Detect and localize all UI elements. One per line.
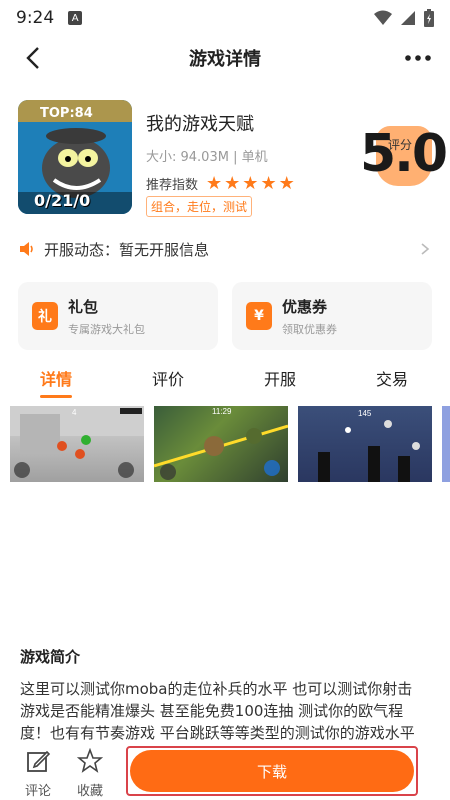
- game-tags: 组合，走位，测试: [146, 196, 253, 217]
- tab-active-indicator: [40, 395, 72, 398]
- coupon-title: 优惠券: [282, 297, 328, 316]
- screenshot-2[interactable]: 11:29: [154, 406, 288, 482]
- battery-icon: [424, 9, 434, 27]
- screenshot-2-time: 11:29: [212, 407, 232, 416]
- game-meta: 大小: 94.03M | 单机: [146, 150, 268, 165]
- screenshot-2-scene: 11:29: [154, 407, 288, 480]
- download-highlight: 下载: [126, 746, 418, 796]
- tab-details-label: 详情: [39, 370, 72, 389]
- wifi-icon: [374, 10, 392, 25]
- screenshot-4-partial[interactable]: [442, 406, 450, 482]
- screenshot-3-number: 145: [358, 409, 372, 418]
- gift-pack-subtitle: 专属游戏大礼包: [68, 322, 145, 336]
- screenshot-1-scene: 4: [10, 406, 144, 478]
- star-icon: ★: [278, 172, 295, 194]
- gift-icon: 礼: [32, 302, 58, 330]
- intro-text: 这里可以测试你moba的走位补兵的水平 也可以测试你射击游戏是否能精准爆头 甚至…: [20, 680, 415, 742]
- star-icon: ★: [206, 172, 223, 194]
- nav-bar: 游戏详情: [0, 36, 450, 80]
- tab-reviews-label: 评价: [151, 370, 184, 389]
- tab-details[interactable]: 详情: [0, 362, 112, 400]
- tab-servers-label: 开服: [263, 370, 296, 389]
- rating-stars: ★ ★ ★ ★ ★: [206, 172, 295, 194]
- rating-value: 5.0: [360, 124, 448, 184]
- game-kda-label: 0/21/0: [34, 191, 91, 210]
- gift-pack-title: 礼包: [68, 297, 99, 316]
- tab-trade-label: 交易: [375, 370, 408, 389]
- back-arrow-icon[interactable]: [20, 44, 48, 72]
- more-options-icon[interactable]: [404, 50, 432, 66]
- status-bar: 9:24 A: [0, 0, 450, 36]
- chevron-right-icon: [421, 243, 430, 255]
- star-outline-icon: [76, 747, 104, 773]
- comment-edit-icon: [27, 750, 51, 772]
- star-icon: ★: [224, 172, 241, 194]
- download-button[interactable]: 下载: [130, 750, 414, 792]
- server-news-text: 开服动态：暂无开服信息: [44, 240, 210, 259]
- bottom-action-bar: 评论 收藏 下载: [0, 742, 450, 800]
- page-title: 游戏详情: [189, 49, 261, 70]
- app-notification-icon: A: [68, 11, 83, 25]
- comment-button[interactable]: 评论: [18, 748, 58, 799]
- screenshot-3[interactable]: 145: [298, 406, 432, 482]
- favorite-button[interactable]: 收藏: [70, 747, 110, 799]
- intro-title: 游戏简介: [20, 648, 81, 666]
- recommend-row: 推荐指数 ★ ★ ★ ★ ★: [146, 174, 295, 193]
- tab-servers[interactable]: 开服: [224, 362, 336, 400]
- game-header: TOP:84 0/21/0 我的游戏天赋 大小: 94.03M | 单机 推荐指…: [18, 100, 448, 218]
- star-icon: ★: [260, 172, 277, 194]
- favorite-label: 收藏: [76, 784, 103, 799]
- status-time: 9:24: [16, 8, 55, 28]
- status-icons: [374, 9, 434, 27]
- coupon-subtitle: 领取优惠券: [282, 322, 337, 336]
- screenshot-1[interactable]: 4: [10, 406, 144, 482]
- recommend-label: 推荐指数: [146, 178, 199, 193]
- star-icon: ★: [242, 172, 259, 194]
- comment-label: 评论: [24, 784, 51, 799]
- screenshot-3-scene: 145: [318, 409, 420, 482]
- coupon-card[interactable]: ¥ 优惠券 领取优惠券: [232, 282, 432, 350]
- screenshot-gallery[interactable]: 4 11:29 145: [10, 406, 450, 482]
- benefit-cards: 礼 礼包 专属游戏大礼包 ¥ 优惠券 领取优惠券: [18, 282, 432, 350]
- tab-reviews[interactable]: 评价: [112, 362, 224, 400]
- server-news-row[interactable]: 开服动态：暂无开服信息: [18, 236, 432, 262]
- signal-icon: [401, 11, 415, 25]
- gift-pack-card[interactable]: 礼 礼包 专属游戏大礼包: [18, 282, 218, 350]
- tab-trade[interactable]: 交易: [336, 362, 448, 400]
- game-rank-label: TOP:84: [40, 106, 93, 121]
- detail-tabs: 详情 评价 开服 交易: [0, 362, 450, 400]
- coupon-icon: ¥: [246, 302, 272, 330]
- game-name: 我的游戏天赋: [146, 114, 254, 135]
- rating-badge: 评分 5.0: [360, 120, 448, 196]
- screenshot-1-number: 4: [72, 408, 77, 417]
- game-icon: TOP:84 0/21/0: [18, 100, 132, 214]
- speaker-icon: [20, 242, 33, 256]
